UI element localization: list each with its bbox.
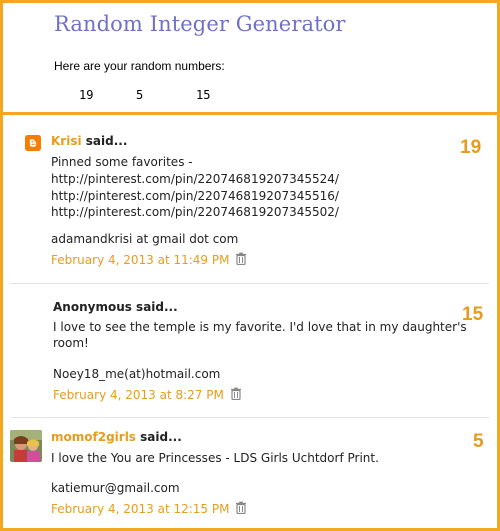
comment-author: Krisi said... (51, 134, 128, 148)
generator-subtitle: Here are your random numbers: (54, 59, 225, 73)
comment-text-line: I love the You are Princesses - LDS Girl… (51, 451, 379, 465)
comment-timestamp-row: February 4, 2013 at 11:49 PM (51, 252, 247, 268)
trash-icon[interactable] (235, 501, 247, 517)
random-number-1: 19 (79, 88, 94, 102)
timestamp-link[interactable]: February 4, 2013 at 8:27 PM (53, 388, 224, 402)
assigned-number: 5 (473, 431, 484, 452)
comment-email-line: katiemur@gmail.com (51, 481, 180, 495)
assigned-number: 19 (460, 137, 482, 158)
comment-author: Anonymous said... (53, 300, 178, 314)
comment-text-line: room! (53, 336, 89, 350)
comment-timestamp-row: February 4, 2013 at 8:27 PM (53, 387, 242, 403)
author-link[interactable]: momof2girls (51, 430, 136, 444)
generator-title: Random Integer Generator (54, 12, 346, 36)
timestamp-link[interactable]: February 4, 2013 at 11:49 PM (51, 253, 229, 267)
comment-email-line: Noey18_me(at)hotmail.com (53, 367, 221, 381)
blogger-icon (25, 135, 41, 151)
comment-email-line: adamandkrisi at gmail dot com (51, 232, 239, 246)
random-number-2: 5 (136, 88, 144, 102)
comment-text-line: I love to see the temple is my favorite.… (53, 320, 467, 334)
author-link[interactable]: Krisi (51, 134, 82, 148)
avatar[interactable] (10, 430, 42, 462)
comment-text-line: Pinned some favorites - (51, 155, 193, 169)
random-generator-panel: Random Integer Generator Here are your r… (3, 3, 497, 115)
comment-link-line: http://pinterest.com/pin/220746819207345… (51, 172, 339, 186)
comment-author: momof2girls said... (51, 430, 182, 444)
random-number-3: 15 (196, 88, 211, 102)
comment-link-line: http://pinterest.com/pin/220746819207345… (51, 205, 339, 219)
timestamp-link[interactable]: February 4, 2013 at 12:15 PM (51, 502, 229, 516)
author-name: Anonymous (53, 300, 132, 314)
trash-icon[interactable] (235, 252, 247, 268)
trash-icon[interactable] (230, 387, 242, 403)
comment-link-line: http://pinterest.com/pin/220746819207345… (51, 189, 339, 203)
comment-timestamp-row: February 4, 2013 at 12:15 PM (51, 501, 247, 517)
